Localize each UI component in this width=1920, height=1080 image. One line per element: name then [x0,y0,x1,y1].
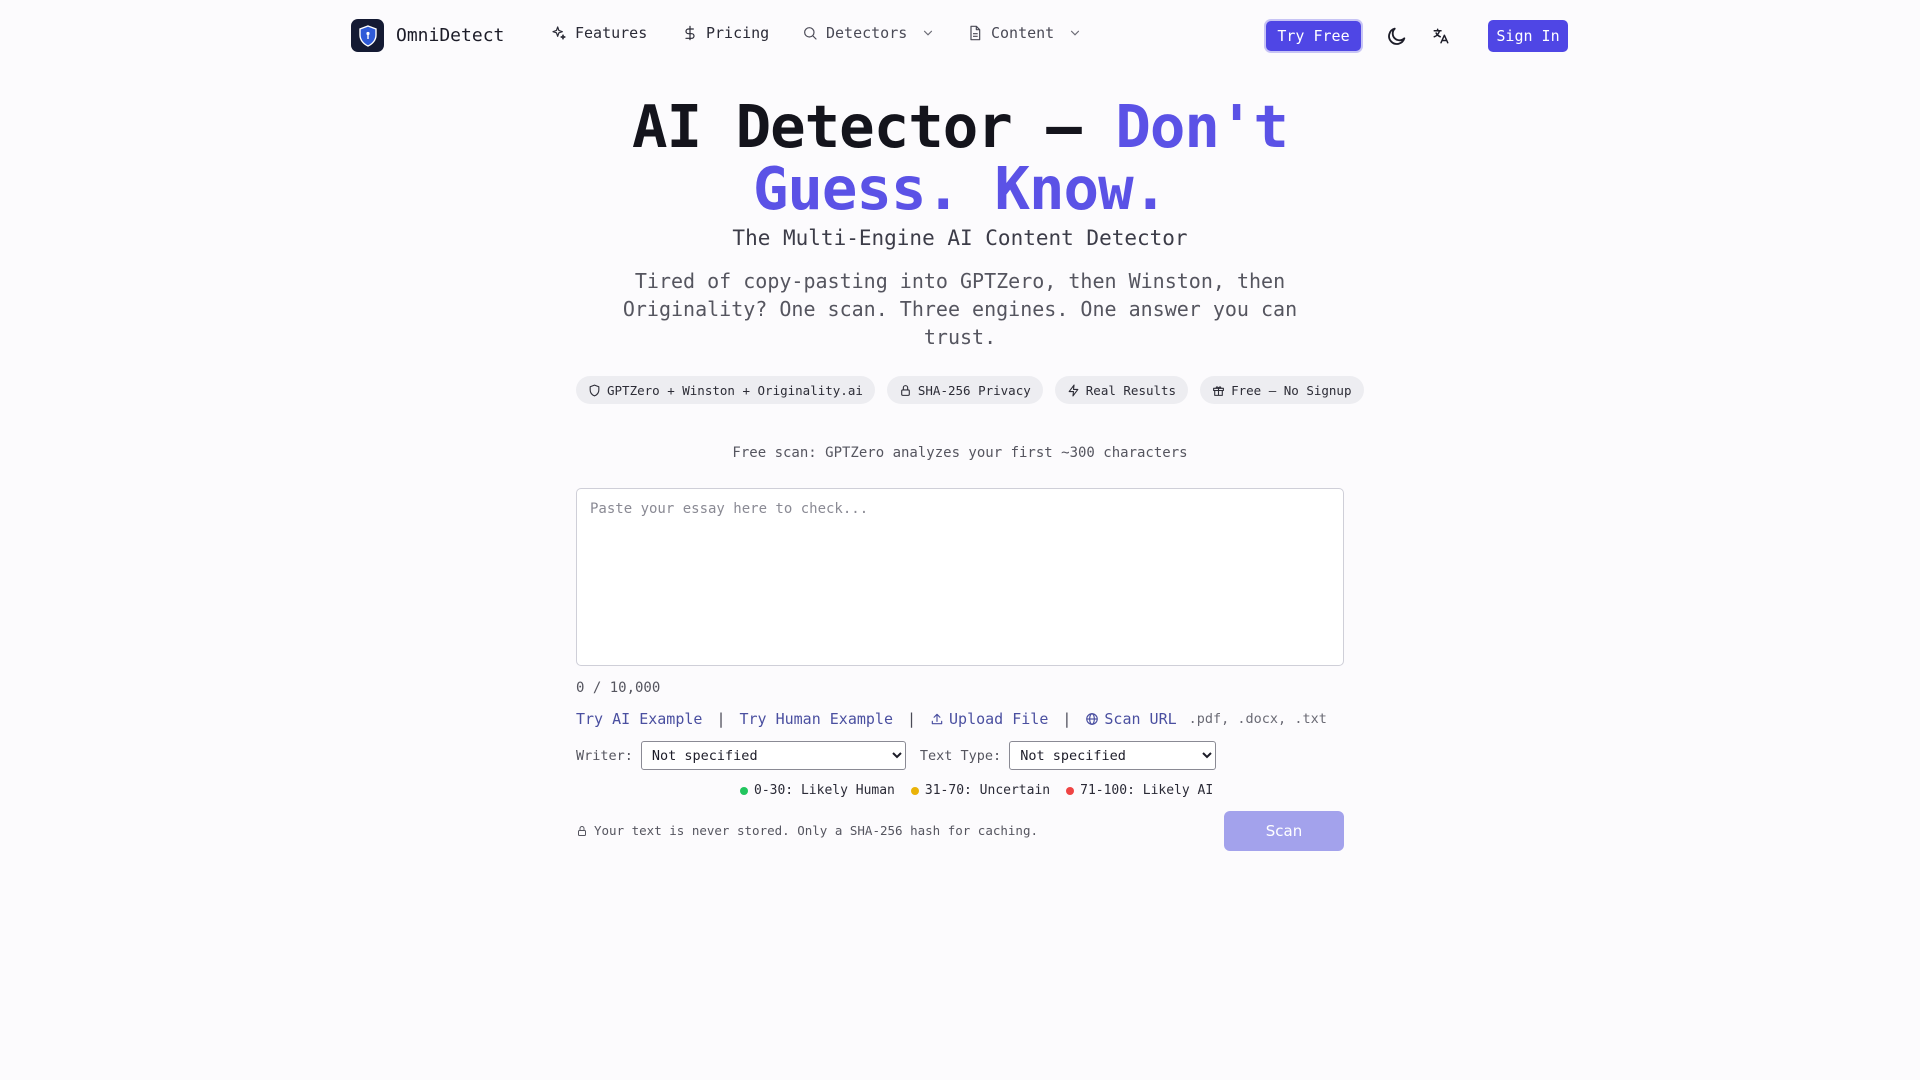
scan-button[interactable]: Scan [1224,811,1344,851]
shield-logo-icon [351,19,384,52]
try-free-button[interactable]: Try Free [1266,21,1361,51]
badge-engines-label: GPTZero + Winston + Originality.ai [607,382,863,398]
writer-label: Writer: [576,747,633,764]
document-icon [970,25,981,41]
red-dot-icon [1066,786,1075,795]
badge-privacy: SHA-256 Privacy [886,376,1043,404]
privacy-note: Your text is never stored. Only a SHA-25… [576,823,1038,838]
page-title: AI Detector — Don't Guess. Know. [560,96,1360,220]
nav-detectors-label: Detectors [826,24,908,42]
upload-file-label: Upload File [949,710,1049,728]
input-actions: Try AI Example | Try Human Example | Upl… [576,710,1327,728]
shield-icon [589,384,600,396]
text-type-label: Text Type: [919,747,1002,764]
nav-content-dropdown[interactable]: Content [967,24,1082,42]
nav-features[interactable]: Features [551,24,647,42]
legend-human-label: 0-30: Likely Human [754,783,895,798]
brand-name: OmniDetect [396,25,505,46]
globe-icon [1086,713,1099,725]
nav-features-label: Features [575,24,648,42]
badge-engines: GPTZero + Winston + Originality.ai [576,376,875,404]
legend-ai: 71-100: Likely AI [1066,783,1213,798]
yellow-dot-icon [910,786,919,795]
translate-icon [1433,28,1449,44]
theme-toggle-button[interactable] [1383,22,1411,50]
scan-url-label: Scan URL [1104,710,1177,728]
nav-detectors-dropdown[interactable]: Detectors [802,24,935,42]
legend-uncertain: 31-70: Uncertain [910,783,1051,798]
badge-free-label: Free — No Signup [1231,382,1352,398]
separator: | [907,710,917,728]
top-nav: OmniDetect Features Pricing Detectors Co… [0,0,1920,72]
page-subtitle: The Multi-Engine AI Content Detector [732,226,1188,250]
language-button[interactable] [1428,22,1454,50]
score-legend: 0-30: Likely Human 31-70: Uncertain 71-1… [740,783,1213,798]
feature-badges: GPTZero + Winston + Originality.ai SHA-2… [576,376,1364,404]
nav-pricing[interactable]: Pricing [682,24,769,42]
separator: | [1062,710,1072,728]
search-icon [804,27,817,40]
brand-logo[interactable]: OmniDetect [351,19,504,52]
badge-results-label: Real Results [1085,382,1177,398]
upload-icon [931,713,943,725]
text-type-select[interactable]: Not specified [1009,741,1217,770]
supported-extensions: .pdf, .docx, .txt [1188,711,1327,727]
free-scan-note: Free scan: GPTZero analyzes your first ~… [732,445,1188,461]
lock-icon [901,384,910,396]
badge-free: Free — No Signup [1200,376,1364,404]
title-main: AI Detector — [632,92,1116,161]
character-counter: 0 / 10,000 [576,680,661,696]
chevron-down-icon [924,30,933,36]
legend-human: 0-30: Likely Human [740,783,895,798]
nav-content-label: Content [991,24,1055,42]
scan-filters: Writer: Not specified Text Type: Not spe… [576,741,1217,770]
bolt-icon [1068,384,1079,396]
lock-icon [578,825,586,836]
badge-results: Real Results [1054,376,1189,404]
upload-file-button[interactable]: Upload File [930,710,1048,728]
writer-select[interactable]: Not specified [640,741,906,770]
chevron-down-icon [1071,30,1080,36]
dollar-icon [685,25,695,41]
essay-input[interactable] [576,488,1344,666]
separator: | [716,710,726,728]
sign-in-button[interactable]: Sign In [1488,20,1568,52]
moon-icon [1388,27,1406,45]
nav-pricing-label: Pricing [706,24,770,42]
try-ai-example-link[interactable]: Try AI Example [576,710,702,728]
scan-url-button[interactable]: Scan URL [1085,710,1177,728]
green-dot-icon [740,786,748,795]
badge-privacy-label: SHA-256 Privacy [917,382,1031,398]
gift-icon [1213,385,1224,396]
privacy-note-text: Your text is never stored. Only a SHA-25… [594,823,1039,838]
legend-ai-label: 71-100: Likely AI [1080,783,1214,798]
hero-description: Tired of copy-pasting into GPTZero, then… [622,269,1298,349]
try-human-example-link[interactable]: Try Human Example [739,710,893,728]
sparkles-icon [552,26,566,40]
legend-uncertain-label: 31-70: Uncertain [924,783,1051,798]
